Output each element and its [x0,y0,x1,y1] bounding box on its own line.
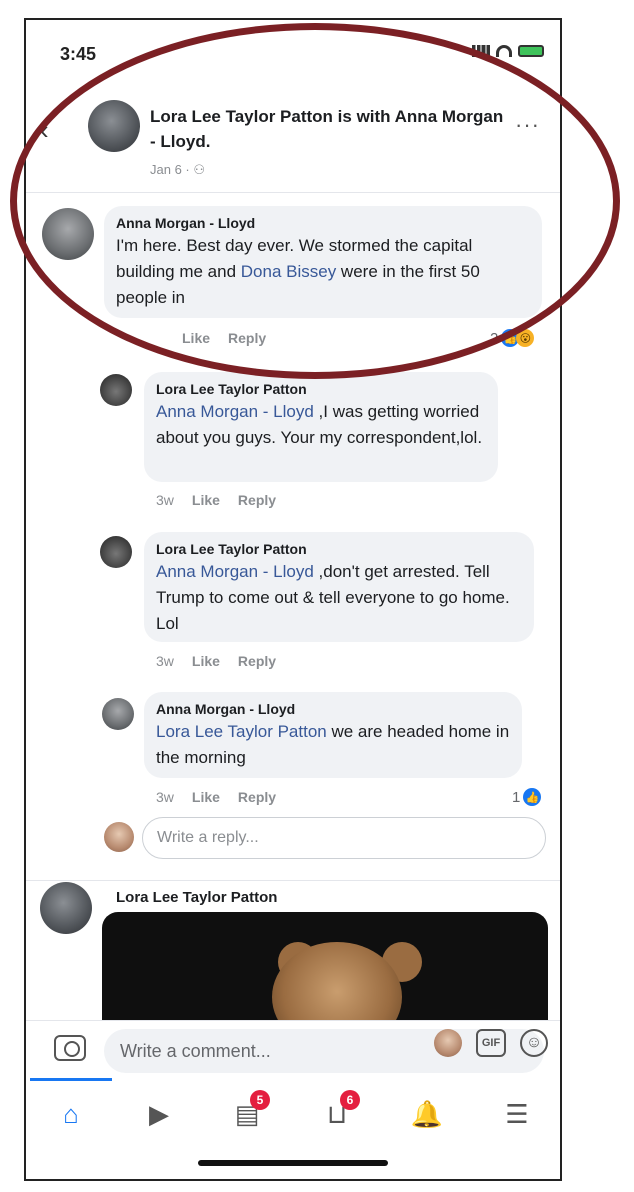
composer-actions: GIF ☺ [434,1029,548,1057]
comment-text: Anna Morgan - Lloyd ,don't get arrested.… [156,562,510,633]
status-time: 3:45 [60,44,97,64]
comment-composer: Write a comment... GIF ☺ [26,1020,560,1076]
avatar[interactable] [100,374,132,406]
reply-input[interactable]: Write a reply... [142,817,546,859]
bell-icon[interactable]: 🔔 [402,1096,452,1132]
reply-placeholder: Write a reply... [157,829,259,846]
divider [26,880,560,881]
avatar [104,822,134,852]
annotation-circle [10,23,620,379]
battery-icon [518,45,544,57]
comment-time: 3w [156,653,174,669]
comment-bubble: Lora Lee Taylor Patton Anna Morgan - Llo… [144,532,534,642]
reply-button[interactable]: Reply [238,789,276,805]
comment-time: 3w [156,492,174,508]
gif-image[interactable] [102,912,548,1022]
reply-button[interactable]: Reply [238,653,276,669]
comment-actions: 3w Like Reply [156,653,276,669]
video-icon[interactable]: ▶ [134,1096,184,1132]
comment-bubble: Lora Lee Taylor Patton Anna Morgan - Llo… [144,372,498,482]
comment-author[interactable]: Lora Lee Taylor Patton [156,380,486,399]
reaction-summary[interactable]: 1 👍 [512,788,542,806]
gif-button[interactable]: GIF [476,1029,506,1057]
home-icon[interactable]: ⌂ [46,1096,96,1132]
comment-bubble: Anna Morgan - Lloyd Lora Lee Taylor Patt… [144,692,522,778]
avatar[interactable] [102,698,134,730]
comment-author[interactable]: Anna Morgan - Lloyd [156,700,510,719]
marketplace-icon[interactable]: ⊔ 6 [312,1090,362,1132]
home-indicator [198,1160,388,1166]
comment-time: 3w [156,789,174,805]
comment-text: Anna Morgan - Lloyd ,I was getting worri… [156,402,483,447]
avatar[interactable] [100,536,132,568]
wifi-icon [496,45,512,57]
avatar-sticker-icon[interactable] [434,1029,462,1057]
comment-actions: 3w Like Reply [156,789,276,805]
mention-link[interactable]: Lora Lee Taylor Patton [156,722,327,741]
mention-link[interactable]: Anna Morgan - Lloyd [156,562,314,581]
tab-bar: ⌂ ▶ ▤ 5 ⊔ 6 🔔 ☰ [26,1078,560,1144]
menu-icon[interactable]: ☰ [492,1096,542,1132]
post-author[interactable]: Lora Lee Taylor Patton [116,888,277,907]
comment-author[interactable]: Lora Lee Taylor Patton [156,540,522,559]
reply-button[interactable]: Reply [238,492,276,508]
active-tab-indicator [30,1078,112,1081]
camera-icon[interactable] [54,1035,86,1061]
notification-badge: 5 [250,1090,270,1110]
comment-text: Lora Lee Taylor Patton we are headed hom… [156,722,510,767]
reaction-count: 1 [512,788,521,806]
like-button[interactable]: Like [192,653,220,669]
emoji-icon[interactable]: ☺ [520,1029,548,1057]
mention-link[interactable]: Anna Morgan - Lloyd [156,402,314,421]
comment-placeholder: Write a comment... [120,1040,271,1061]
notification-badge: 6 [340,1090,360,1110]
pages-icon[interactable]: ▤ 5 [222,1090,272,1132]
like-reaction-icon: 👍 [523,788,542,806]
like-button[interactable]: Like [192,789,220,805]
comment-actions: 3w Like Reply [156,492,276,508]
like-button[interactable]: Like [192,492,220,508]
avatar[interactable] [40,882,92,934]
